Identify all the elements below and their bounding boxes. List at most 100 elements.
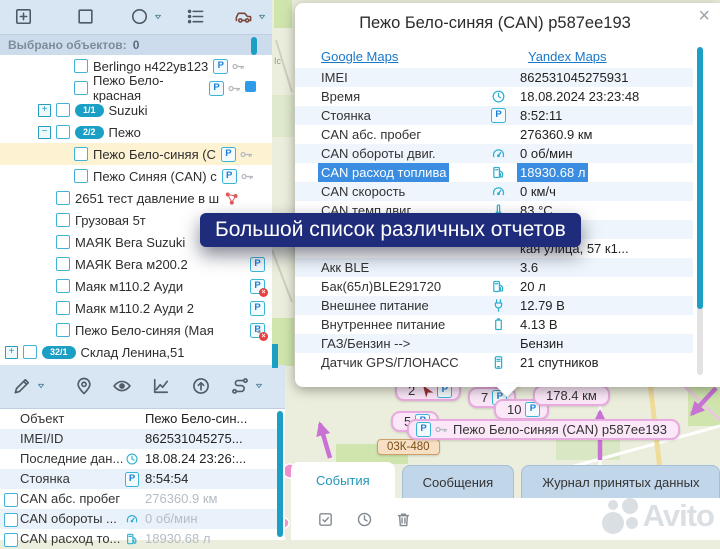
action-button[interactable] <box>74 376 94 396</box>
circle-icon[interactable] <box>130 7 149 26</box>
param-checkbox[interactable] <box>4 513 18 527</box>
object-checkbox[interactable] <box>74 147 88 161</box>
param-checkbox[interactable] <box>4 493 18 507</box>
info-value: 0 об/мин <box>145 509 198 529</box>
action-button[interactable] <box>12 376 46 396</box>
info-label: CAN обороты ... <box>20 509 117 529</box>
popup-scrollbar[interactable] <box>697 47 703 375</box>
chevron-down-icon[interactable] <box>254 381 264 391</box>
popup-scrollbar-thumb[interactable] <box>697 47 703 309</box>
upload-icon[interactable] <box>191 376 211 396</box>
object-list-item[interactable]: МАЯК Вега м200.2 P <box>0 253 272 275</box>
eye-icon[interactable] <box>112 376 132 396</box>
action-button[interactable] <box>112 376 132 396</box>
square-icon[interactable] <box>76 7 95 26</box>
map-marker-label[interactable]: P Пежо Бело-синяя (CAN) p587ee193 <box>407 419 680 440</box>
object-list-item[interactable]: + 32/1 Склад Ленина,51 <box>0 341 272 363</box>
list-icon[interactable] <box>186 7 205 26</box>
clock-icon <box>125 452 139 466</box>
object-list-item[interactable]: 2651 тест давление в ш <box>0 187 272 209</box>
object-checkbox[interactable] <box>56 213 70 227</box>
p-icon: P <box>125 472 139 486</box>
p-icon: P <box>416 422 431 437</box>
object-checkbox[interactable] <box>74 59 88 73</box>
expander-icon[interactable]: + <box>5 346 18 359</box>
detail-label: Датчик GPS/ГЛОНАСС <box>321 353 459 372</box>
object-list-item[interactable]: Пежо Бело-синяя (Мая P× <box>0 319 272 341</box>
p-icon: P <box>222 169 237 184</box>
toolbar-button[interactable] <box>186 7 205 26</box>
object-checkbox[interactable] <box>56 301 70 315</box>
object-checkbox[interactable] <box>56 257 70 271</box>
map-link[interactable]: Yandex Maps <box>528 49 607 64</box>
info-value: 8:54:54 <box>145 469 188 489</box>
object-checkbox[interactable] <box>56 323 70 337</box>
info-row: IMEI/ID 862531045275... <box>0 429 280 449</box>
object-checkbox[interactable] <box>56 279 70 293</box>
chart-icon[interactable] <box>151 376 171 396</box>
object-list-item[interactable]: Маяк м110.2 Ауди P× <box>0 275 272 297</box>
object-list-item[interactable]: Маяк м110.2 Ауди 2 P <box>0 297 272 319</box>
object-list-item[interactable]: Пежо Синяя (CAN) с P <box>0 165 272 187</box>
trash-icon[interactable] <box>395 511 412 528</box>
expander-icon[interactable]: − <box>38 126 51 139</box>
expander-icon[interactable]: + <box>38 104 51 117</box>
action-button[interactable] <box>151 376 171 396</box>
object-list-item[interactable]: + 1/1 Suzuki <box>0 99 272 121</box>
toolbar-button[interactable] <box>130 7 163 26</box>
clock-outline-icon[interactable] <box>356 511 373 528</box>
param-checkbox[interactable] <box>4 533 18 547</box>
chevron-down-icon[interactable] <box>257 12 267 22</box>
detail-row: Внешнее питание 12.79 В <box>295 296 693 315</box>
object-checkbox[interactable] <box>56 125 70 139</box>
splitter-scroll-thumb[interactable] <box>272 344 278 368</box>
marker-text: 178.4 км <box>546 388 597 403</box>
collapse-arrow-icon[interactable]: ◂ <box>256 326 261 337</box>
object-checkbox[interactable] <box>74 81 88 95</box>
plus-square-icon[interactable] <box>14 7 33 26</box>
car-icon[interactable] <box>234 7 253 26</box>
action-button[interactable] <box>191 376 211 396</box>
object-checkbox[interactable] <box>56 103 70 117</box>
sidebar-scrollbar[interactable] <box>251 37 257 55</box>
detail-row: Внутреннее питание 4.13 В <box>295 315 693 334</box>
object-checkbox[interactable] <box>56 235 70 249</box>
objects-list: Berlingo н422ув123 P Пежо Бело-красная P… <box>0 55 272 365</box>
detail-value: Бензин <box>520 334 563 353</box>
pin-icon[interactable] <box>74 376 94 396</box>
object-label: Грузовая 5т <box>75 213 146 228</box>
tab[interactable]: Журнал принятых данных <box>521 465 720 498</box>
close-icon[interactable]: × <box>698 5 710 28</box>
p-icon: P <box>221 147 236 162</box>
object-list-item[interactable]: Пежо Бело-красная P <box>0 77 272 99</box>
map-link[interactable]: Google Maps <box>321 49 398 64</box>
tab[interactable]: События <box>291 462 395 498</box>
toolbar-button[interactable] <box>14 7 33 26</box>
key-icon <box>227 81 242 96</box>
toolbar-button[interactable] <box>76 7 95 26</box>
action-button[interactable] <box>230 376 264 396</box>
object-list-item[interactable]: Пежо Бело-синяя (С P <box>0 143 272 165</box>
chevron-down-icon[interactable] <box>153 12 163 22</box>
route-icon[interactable] <box>230 376 250 396</box>
info-label: IMEI/ID <box>20 429 63 449</box>
map-marker-label[interactable]: 03К-480 <box>377 439 440 455</box>
chevron-down-icon[interactable] <box>36 381 46 391</box>
info-panel-scrollbar[interactable] <box>277 411 283 537</box>
map-marker-label[interactable]: 178.4 км <box>533 385 610 406</box>
detail-label: CAN скорость <box>321 182 405 201</box>
detail-row: Стоянка P 8:52:11 <box>295 106 693 125</box>
pencil-icon[interactable] <box>12 376 32 396</box>
object-checkbox[interactable] <box>56 191 70 205</box>
check-square-icon[interactable] <box>317 511 334 528</box>
object-checkbox[interactable] <box>23 345 37 359</box>
marker-text: Пежо Бело-синяя (CAN) p587ee193 <box>453 422 667 437</box>
p-icon: P <box>213 59 228 74</box>
info-value: 18.08.24 23:26:... <box>145 449 246 469</box>
toolbar-button[interactable] <box>234 7 267 26</box>
object-list-item[interactable]: − 2/2 Пежо <box>0 121 272 143</box>
info-value: 862531045275... <box>145 429 243 449</box>
object-label: Пежо Синяя (CAN) с <box>93 169 217 184</box>
tab[interactable]: Сообщения <box>402 465 515 498</box>
object-checkbox[interactable] <box>74 169 88 183</box>
